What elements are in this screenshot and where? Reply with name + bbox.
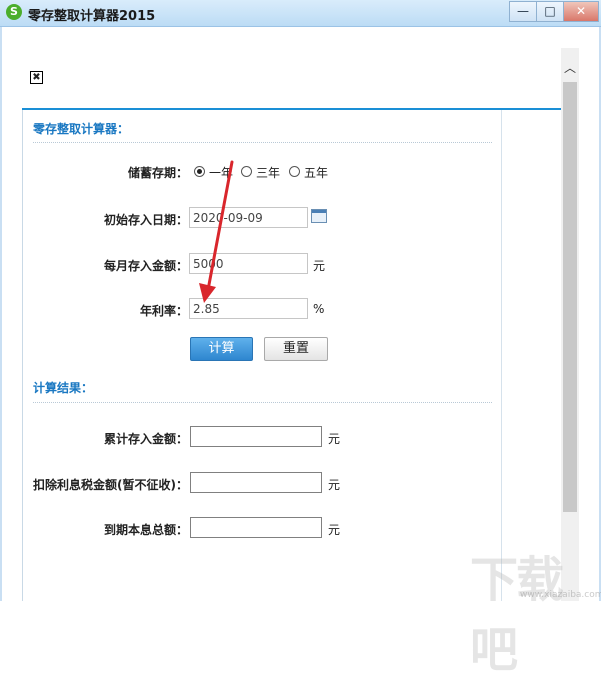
- result-interest-tax-field[interactable]: [190, 472, 322, 493]
- panel-left-border: [22, 110, 23, 601]
- close-button[interactable]: ✕: [563, 1, 599, 22]
- watermark-logo: 下载吧: [470, 552, 564, 678]
- term-label: 储蓄存期：: [127, 166, 188, 180]
- section-divider: [33, 142, 492, 143]
- result-maturity-total-unit: 元: [328, 523, 341, 537]
- reset-button[interactable]: 重置: [264, 337, 328, 361]
- calculator-section-title: 零存整取计算器：: [33, 122, 130, 136]
- annual-rate-label: 年利率：: [139, 304, 188, 318]
- result-maturity-total-field[interactable]: [190, 517, 322, 538]
- window-title: 零存整取计算器2015: [28, 9, 156, 24]
- scroll-thumb[interactable]: [563, 82, 577, 512]
- monthly-amount-label: 每月存入金额：: [103, 259, 188, 273]
- result-label-maturity-total: 到期本息总额：: [103, 523, 188, 537]
- calendar-icon[interactable]: [311, 209, 327, 223]
- result-total-deposit-unit: 元: [328, 432, 341, 446]
- result-interest-tax-unit: 元: [328, 478, 341, 492]
- term-option-1y-label[interactable]: 一年: [209, 164, 233, 181]
- monthly-amount-input[interactable]: [189, 253, 308, 274]
- results-divider: [33, 402, 492, 403]
- app-icon: S: [6, 4, 22, 20]
- panel-inner-right-border: [501, 110, 502, 601]
- term-radio-1y[interactable]: [194, 166, 205, 177]
- start-date-input[interactable]: [189, 207, 308, 228]
- broken-image-icon: ✖: [30, 71, 43, 84]
- annual-rate-unit: %: [313, 302, 325, 316]
- result-total-deposit-field[interactable]: [190, 426, 322, 447]
- calculate-button[interactable]: 计算: [190, 337, 253, 361]
- scroll-up-arrow-icon[interactable]: ︿: [561, 60, 579, 76]
- window-frame-left: [0, 27, 2, 601]
- start-date-label: 初始存入日期：: [103, 213, 188, 227]
- title-bar: S 零存整取计算器2015 — □ ✕: [0, 0, 601, 27]
- term-radio-5y[interactable]: [289, 166, 300, 177]
- result-label-total-deposit: 累计存入金额：: [103, 432, 188, 446]
- monthly-amount-unit: 元: [313, 259, 326, 273]
- panel-top-border: [22, 108, 561, 110]
- vertical-scrollbar[interactable]: ︿: [561, 48, 579, 601]
- minimize-button[interactable]: —: [509, 1, 537, 22]
- maximize-button[interactable]: □: [536, 1, 564, 22]
- annual-rate-input[interactable]: [189, 298, 308, 319]
- watermark-url: www.xiazaiba.com: [520, 590, 601, 600]
- results-section-title: 计算结果：: [33, 381, 94, 395]
- term-option-3y-label[interactable]: 三年: [256, 164, 280, 181]
- result-label-interest-tax: 扣除利息税金额(暂不征收)：: [33, 478, 188, 492]
- term-option-5y-label[interactable]: 五年: [304, 164, 328, 181]
- term-radio-3y[interactable]: [241, 166, 252, 177]
